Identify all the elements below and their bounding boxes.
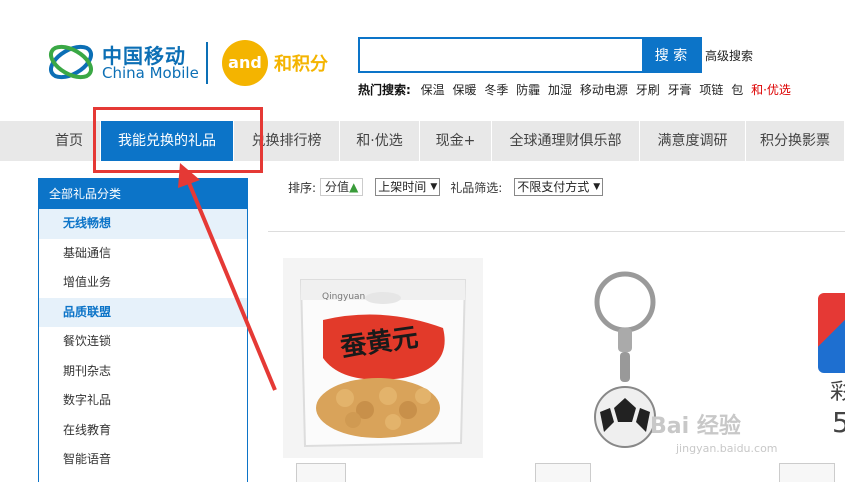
sort-up-icon: ▲ bbox=[349, 180, 359, 194]
china-mobile-logo[interactable]: 中国移动 China Mobile bbox=[46, 38, 199, 86]
product-brand-text: Qingyuan bbox=[322, 292, 366, 302]
nav-he-youxuan[interactable]: 和·优选 bbox=[340, 121, 420, 161]
product-image-card[interactable] bbox=[818, 293, 845, 373]
hot-search-item[interactable]: 防霾 bbox=[516, 83, 540, 97]
listing-time-select[interactable]: 上架时间 ▼ bbox=[375, 178, 441, 196]
sort-label: 排序: bbox=[288, 180, 317, 195]
hot-search-item[interactable]: 包 bbox=[731, 83, 743, 97]
nav-gotone-club[interactable]: 全球通理财俱乐部 bbox=[492, 121, 640, 161]
hot-search-item-special[interactable]: 和·优选 bbox=[751, 83, 791, 97]
hejifen-text: 和积分 bbox=[274, 54, 328, 75]
product3-number: 5 bbox=[832, 406, 845, 439]
logo-divider bbox=[206, 42, 208, 84]
hot-search-item[interactable]: 保温 bbox=[421, 83, 445, 97]
sidebar-group-quality[interactable]: 品质联盟 bbox=[39, 297, 247, 327]
filter-divider bbox=[268, 231, 845, 232]
hot-search-label: 热门搜索: bbox=[358, 83, 411, 97]
advanced-search-link[interactable]: 高级搜索 bbox=[705, 47, 753, 64]
search-button[interactable]: 搜 索 bbox=[642, 39, 700, 71]
baidu-watermark: Bai 经验 bbox=[650, 414, 741, 439]
sidebar-item-digital-gifts[interactable]: 数字礼品 bbox=[39, 386, 247, 416]
hejifen-logo[interactable]: and 和积分 bbox=[222, 38, 342, 86]
hot-search-item[interactable]: 冬季 bbox=[484, 83, 508, 97]
search-input[interactable] bbox=[360, 39, 642, 71]
filter-bar: 排序: 分值▲ 上架时间 ▼ 礼品筛选: 不限支付方式 ▼ bbox=[288, 177, 604, 197]
product3-text: 彩 bbox=[830, 380, 845, 405]
sidebar-item-magazines[interactable]: 期刊杂志 bbox=[39, 357, 247, 387]
nav-movie-tickets[interactable]: 积分换影票 bbox=[746, 121, 845, 161]
baidu-watermark-url: jingyan.baidu.com bbox=[676, 442, 778, 455]
hot-search-item[interactable]: 项链 bbox=[699, 83, 723, 97]
hot-search: 热门搜索: 保温 保暖 冬季 防霾 加湿 移动电源 牙刷 牙膏 项链 包 和·优… bbox=[358, 81, 795, 98]
sidebar-item-catering[interactable]: 餐饮连锁 bbox=[39, 327, 247, 357]
payment-method-select[interactable]: 不限支付方式 ▼ bbox=[514, 178, 604, 196]
nav-home[interactable]: 首页 bbox=[38, 121, 101, 161]
search-bar: 搜 索 bbox=[358, 37, 702, 73]
sidebar-group-wireless[interactable]: 无线畅想 bbox=[39, 209, 247, 239]
gift-filter-label: 礼品筛选: bbox=[450, 180, 503, 195]
chevron-down-icon: ▼ bbox=[430, 182, 438, 192]
category-sidebar: 全部礼品分类 无线畅想 基础通信 增值业务 品质联盟 餐饮连锁 期刊杂志 数字礼… bbox=[38, 178, 248, 482]
listing-time-select-value: 上架时间 bbox=[378, 180, 427, 194]
sidebar-item-value-added[interactable]: 增值业务 bbox=[39, 268, 247, 298]
china-mobile-logo-icon bbox=[49, 44, 93, 80]
product-thumbnail[interactable] bbox=[296, 463, 346, 482]
sidebar-item-online-edu[interactable]: 在线教育 bbox=[39, 416, 247, 446]
nav-cash-plus[interactable]: 现金+ bbox=[420, 121, 492, 161]
hot-search-item[interactable]: 牙膏 bbox=[668, 83, 692, 97]
product-thumbnail[interactable] bbox=[535, 463, 591, 482]
hot-search-item[interactable]: 牙刷 bbox=[636, 83, 660, 97]
hot-search-item[interactable]: 加湿 bbox=[548, 83, 572, 97]
sidebar-item-basic-comm[interactable]: 基础通信 bbox=[39, 239, 247, 269]
payment-method-select-value: 不限支付方式 bbox=[517, 180, 590, 194]
product-thumbnail[interactable] bbox=[779, 463, 835, 482]
sidebar-item-voice[interactable]: 智能语音 bbox=[39, 445, 247, 475]
logo-english-text: China Mobile bbox=[102, 64, 199, 82]
nav-survey[interactable]: 满意度调研 bbox=[640, 121, 746, 161]
hot-search-item[interactable]: 保暖 bbox=[452, 83, 476, 97]
sidebar-header[interactable]: 全部礼品分类 bbox=[39, 179, 247, 209]
highlight-annotation bbox=[93, 107, 263, 173]
sort-by-points-button[interactable]: 分值▲ bbox=[320, 178, 364, 196]
hejifen-mark: and bbox=[222, 40, 268, 86]
hot-search-item[interactable]: 移动电源 bbox=[580, 83, 628, 97]
chevron-down-icon: ▼ bbox=[593, 182, 601, 192]
sort-by-points-label: 分值 bbox=[325, 180, 350, 194]
